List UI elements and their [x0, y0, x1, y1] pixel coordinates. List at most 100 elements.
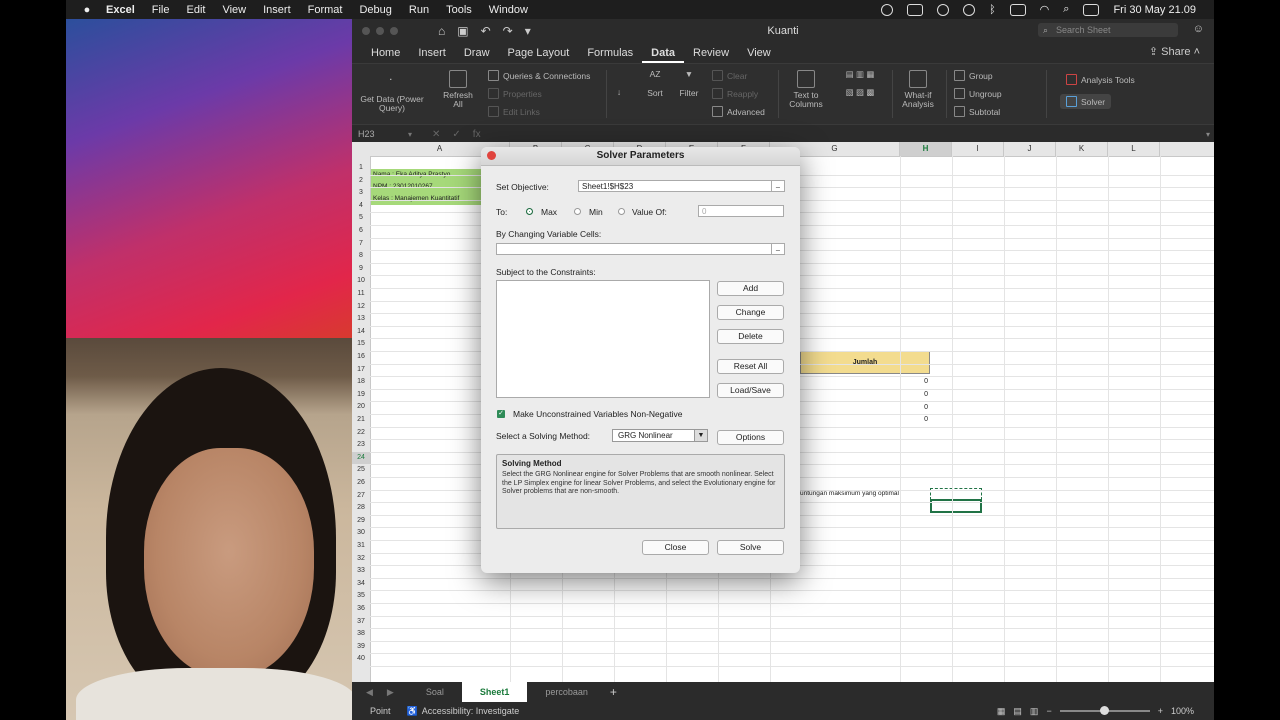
menu-file[interactable]: File: [152, 4, 170, 16]
load-save-button[interactable]: Load/Save: [717, 383, 784, 398]
undo-icon[interactable]: ↶: [481, 24, 491, 38]
expand-formula-icon[interactable]: ▾: [1206, 130, 1210, 139]
ungroup-button[interactable]: Ungroup: [954, 88, 1002, 99]
what-if-analysis-button[interactable]: What-if Analysis: [898, 70, 938, 109]
column-header-h[interactable]: H: [900, 142, 952, 156]
row-header-32[interactable]: 32: [352, 553, 370, 565]
row-header-30[interactable]: 30: [352, 527, 370, 539]
zoom-slider[interactable]: [1059, 706, 1150, 715]
sheet-tab-percobaan[interactable]: percobaan: [527, 682, 606, 702]
next-sheet-icon[interactable]: ▶: [387, 687, 394, 698]
advanced-filter-button[interactable]: Advanced: [712, 106, 765, 117]
record-icon[interactable]: [881, 3, 894, 16]
zoom-window-button[interactable]: [390, 27, 398, 35]
menu-window[interactable]: Window: [489, 4, 528, 16]
analysis-tools-button[interactable]: Analysis Tools: [1066, 74, 1135, 85]
menu-edit[interactable]: Edit: [186, 4, 205, 16]
row-header-16[interactable]: 16: [352, 351, 370, 363]
properties-button[interactable]: Properties: [488, 88, 542, 99]
zoom-in-icon[interactable]: +: [1158, 706, 1163, 716]
row-header-11[interactable]: 11: [352, 288, 370, 300]
row-header-2[interactable]: 2: [352, 175, 370, 187]
get-data-button[interactable]: ⠂ Get Data (Power Query): [356, 76, 428, 113]
close-button[interactable]: Close: [642, 540, 709, 555]
menu-insert[interactable]: Insert: [263, 4, 291, 16]
menu-tools[interactable]: Tools: [446, 4, 472, 16]
insert-function-icon[interactable]: fx: [473, 129, 481, 140]
change-button[interactable]: Change: [717, 305, 784, 320]
row-header-4[interactable]: 4: [352, 200, 370, 212]
row-header-33[interactable]: 33: [352, 565, 370, 577]
zoom-slider-knob[interactable]: [1099, 706, 1109, 715]
row-header-1[interactable]: 1: [352, 162, 370, 174]
row-header-6[interactable]: 6: [352, 225, 370, 237]
changing-cells-collapse-icon[interactable]: _: [771, 244, 784, 254]
sort-button[interactable]: AZ Sort: [640, 70, 670, 98]
row-header-39[interactable]: 39: [352, 641, 370, 653]
data-tools-buttons[interactable]: ▤ ▥ ▦ ▧ ▨ ▩: [830, 70, 890, 97]
options-button[interactable]: Options: [717, 430, 784, 445]
column-header-i[interactable]: I: [952, 142, 1004, 156]
accessibility-icon[interactable]: ♿: [407, 706, 418, 717]
row-header-36[interactable]: 36: [352, 603, 370, 615]
row-header-5[interactable]: 5: [352, 212, 370, 224]
row-header-14[interactable]: 14: [352, 326, 370, 338]
row-header-17[interactable]: 17: [352, 364, 370, 376]
add-button[interactable]: Add: [717, 281, 784, 296]
vpn-icon[interactable]: [963, 3, 976, 16]
solve-button[interactable]: Solve: [717, 540, 784, 555]
music-icon[interactable]: [937, 3, 950, 16]
minimize-window-button[interactable]: [376, 27, 384, 35]
formula-input[interactable]: [490, 128, 1206, 140]
tab-page-layout[interactable]: Page Layout: [499, 47, 579, 63]
row-header-29[interactable]: 29: [352, 515, 370, 527]
cell-g23-text[interactable]: untungan maksimum yang optimal: [800, 490, 899, 497]
reset-all-button[interactable]: Reset All: [717, 359, 784, 374]
row-header-12[interactable]: 12: [352, 301, 370, 313]
column-header-l[interactable]: L: [1108, 142, 1160, 156]
queries-connections-button[interactable]: Queries & Connections: [488, 70, 590, 81]
nonneg-checkbox[interactable]: ✓: [497, 410, 505, 418]
solving-method-select[interactable]: GRG Nonlinear ▼: [612, 429, 708, 442]
menu-clock[interactable]: Fri 30 May 21.09: [1113, 4, 1196, 16]
row-header-25[interactable]: 25: [352, 464, 370, 476]
collapse-dialog-icon[interactable]: _: [771, 181, 784, 191]
account-icon[interactable]: ☺: [1193, 23, 1204, 35]
share-button[interactable]: ⇪ Share ˄: [1149, 45, 1200, 58]
sheet-tab-soal[interactable]: Soal: [408, 682, 462, 702]
spotlight-icon[interactable]: ⌕: [1063, 3, 1069, 16]
group-button[interactable]: Group: [954, 70, 993, 81]
cancel-formula-icon[interactable]: ✕: [432, 129, 440, 140]
cell-g17[interactable]: 0: [898, 416, 928, 423]
customize-qat-icon[interactable]: ▾: [525, 24, 531, 38]
changing-cells-input[interactable]: _: [496, 243, 785, 255]
delete-button[interactable]: Delete: [717, 329, 784, 344]
tab-home[interactable]: Home: [362, 47, 409, 63]
apple-icon[interactable]: ●: [80, 4, 94, 16]
tab-view[interactable]: View: [738, 47, 780, 63]
row-header-38[interactable]: 38: [352, 628, 370, 640]
zoom-out-icon[interactable]: −: [1046, 706, 1051, 716]
row-header-19[interactable]: 19: [352, 389, 370, 401]
name-box-dropdown-icon[interactable]: ▾: [408, 130, 412, 139]
set-objective-input[interactable]: Sheet1!$H$23 _: [578, 180, 785, 192]
page-layout-view-icon[interactable]: ▤: [1013, 706, 1022, 717]
dialog-close-icon[interactable]: [487, 151, 496, 160]
normal-view-icon[interactable]: ▦: [997, 706, 1006, 717]
row-header-20[interactable]: 20: [352, 401, 370, 413]
reapply-button[interactable]: Reapply: [712, 88, 758, 99]
row-header-37[interactable]: 37: [352, 616, 370, 628]
row-header-15[interactable]: 15: [352, 338, 370, 350]
row-header-28[interactable]: 28: [352, 502, 370, 514]
row-header-18[interactable]: 18: [352, 376, 370, 388]
column-header-j[interactable]: J: [1004, 142, 1056, 156]
solver-button[interactable]: Solver: [1060, 94, 1112, 109]
close-window-button[interactable]: [362, 27, 370, 35]
refresh-all-button[interactable]: Refresh All: [438, 70, 478, 109]
accessibility-status[interactable]: Accessibility: Investigate: [422, 706, 520, 716]
bluetooth-icon[interactable]: ᛒ: [989, 4, 996, 16]
row-header-21[interactable]: 21: [352, 414, 370, 426]
row-header-13[interactable]: 13: [352, 313, 370, 325]
search-sheet-input[interactable]: Search Sheet: [1038, 23, 1178, 37]
value-of-input[interactable]: 0: [698, 205, 784, 217]
